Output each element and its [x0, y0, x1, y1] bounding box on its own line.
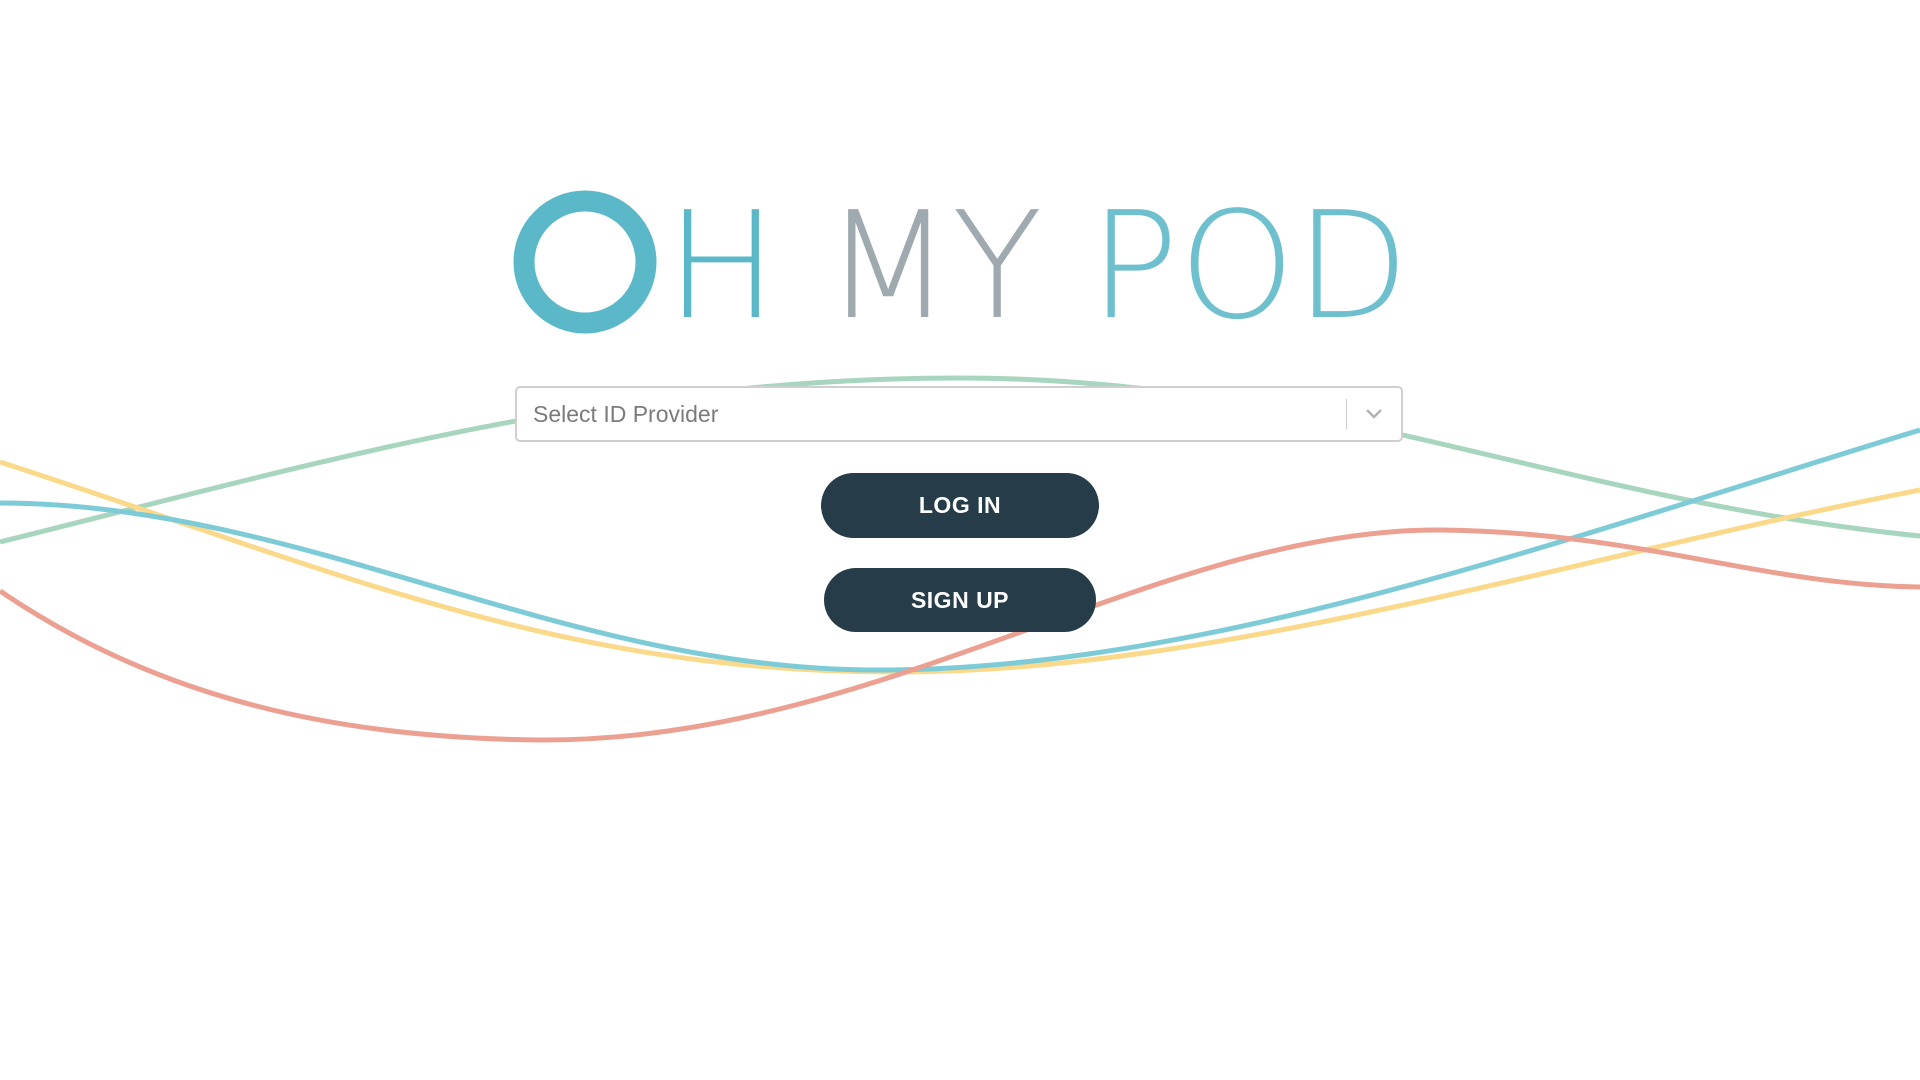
- ohmypod-logo: H MY POD!: [513, 188, 1410, 338]
- logo-o-ring: [513, 190, 657, 334]
- chevron-down-icon[interactable]: [1347, 387, 1401, 441]
- decorative-waves: [0, 375, 1920, 743]
- logo-letters-pod: POD!: [1090, 188, 1411, 338]
- login-button[interactable]: LOG IN: [821, 473, 1099, 538]
- logo-letters-my: MY: [824, 188, 1042, 338]
- svg-text:H MY POD!: H MY POD!: [666, 188, 1410, 338]
- wave-red: [0, 527, 1920, 743]
- signup-button[interactable]: SIGN UP: [824, 568, 1096, 632]
- login-page: H MY POD! Select ID Provider LOG IN SIGN…: [0, 0, 1920, 1080]
- id-provider-select[interactable]: Select ID Provider: [515, 386, 1403, 442]
- logo-letter-h: H: [666, 188, 777, 338]
- id-provider-placeholder: Select ID Provider: [533, 400, 719, 427]
